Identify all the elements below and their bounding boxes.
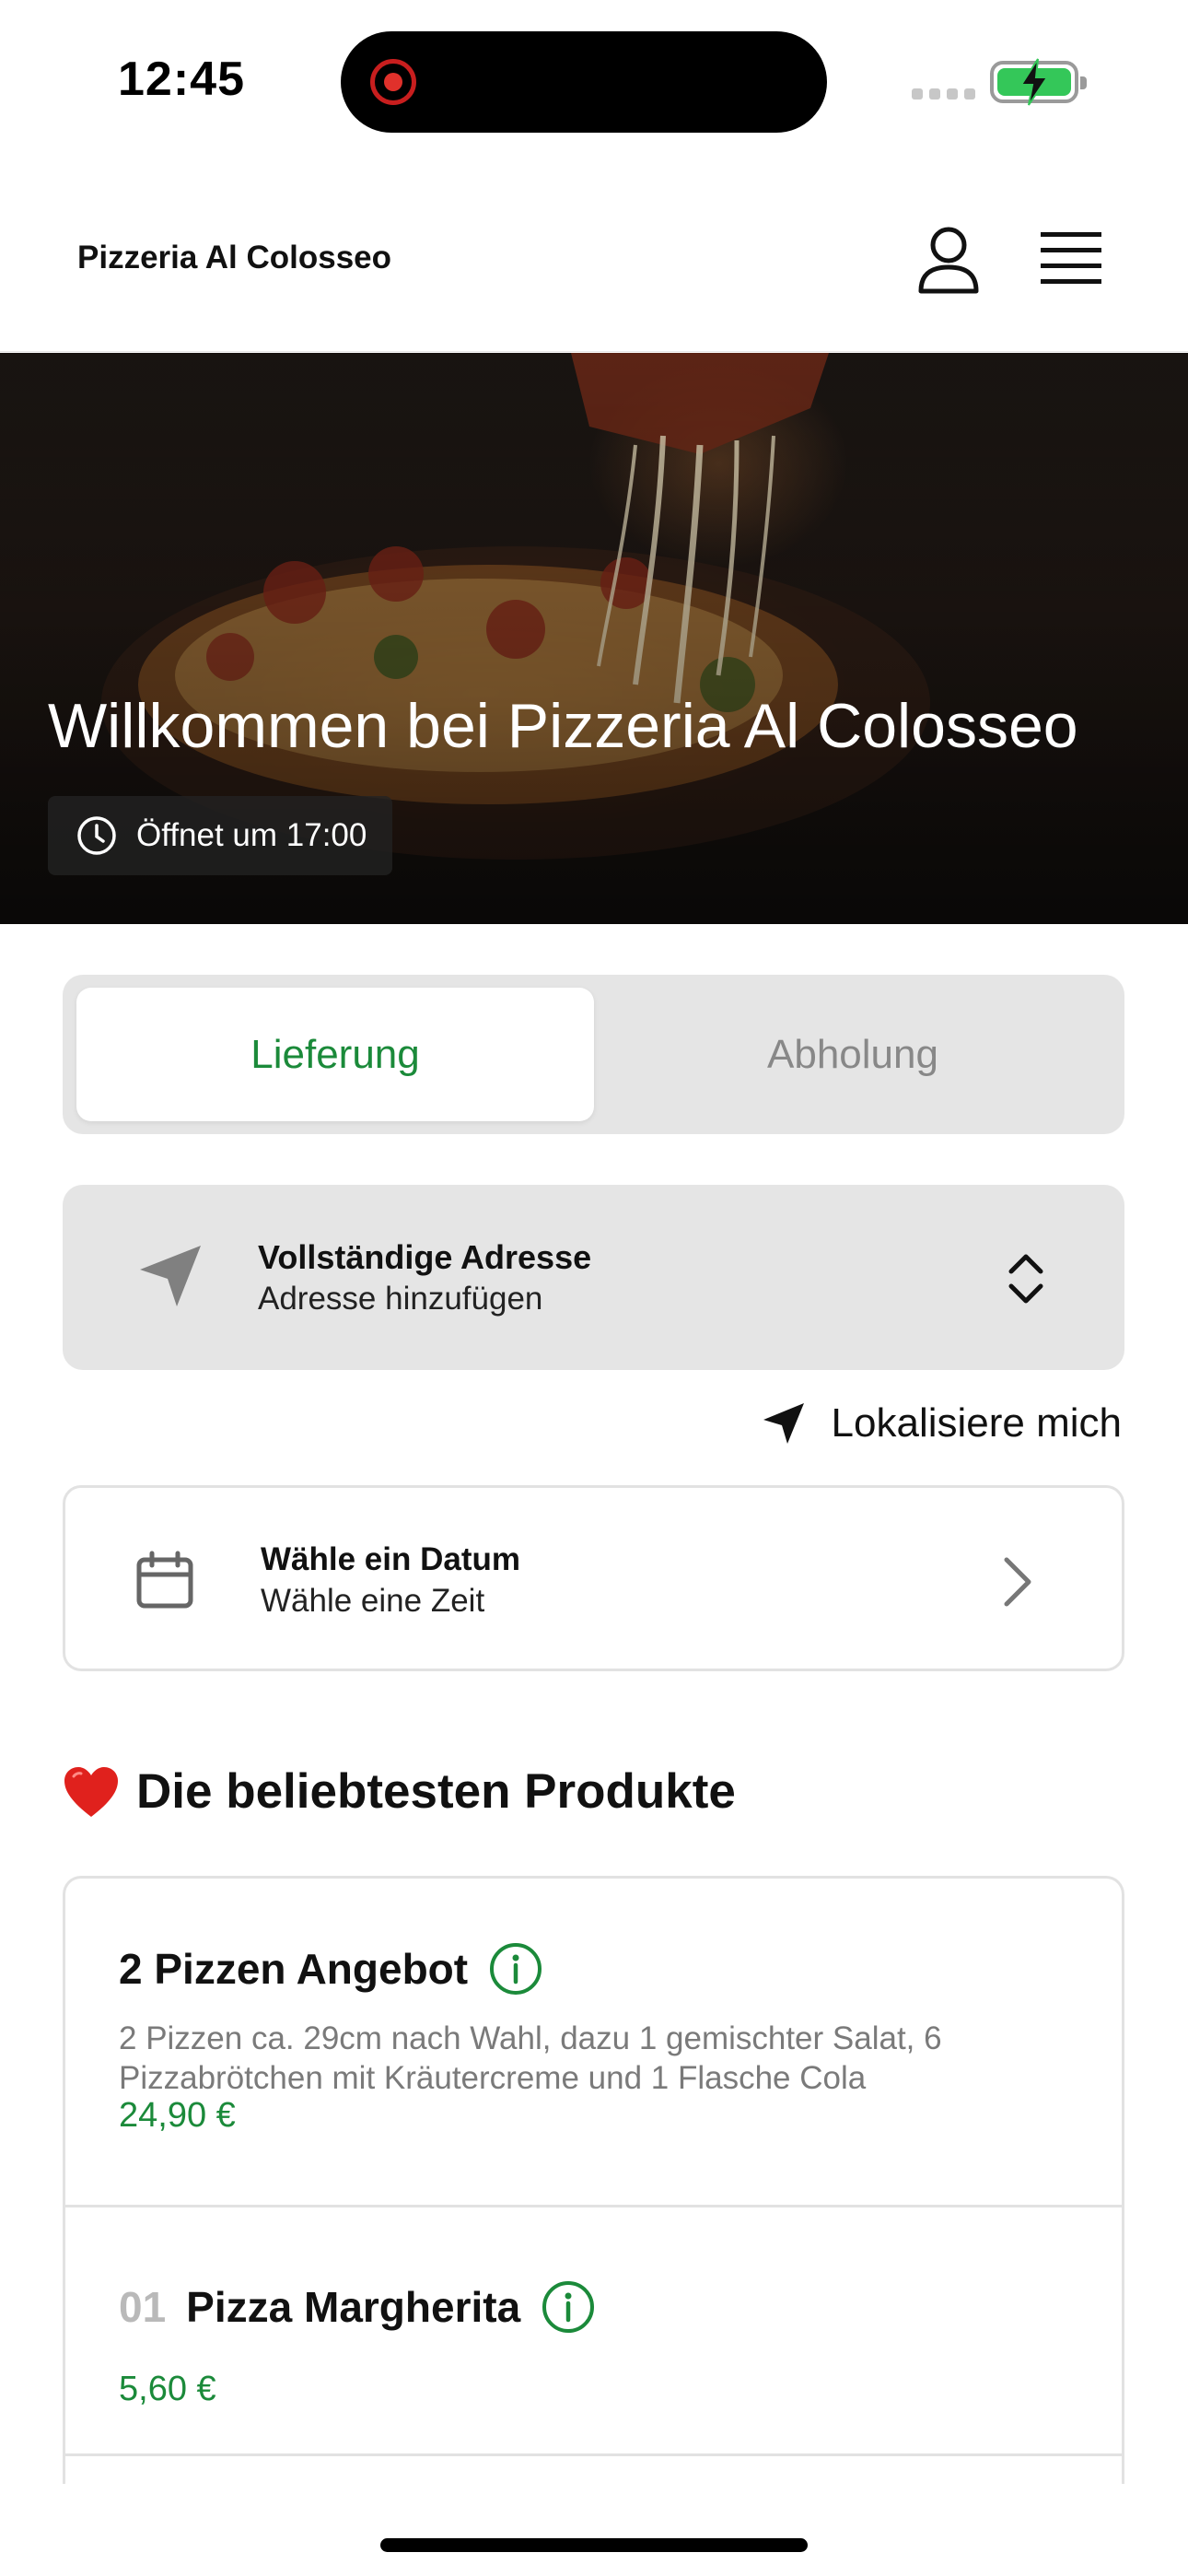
- user-account-button[interactable]: [916, 225, 981, 295]
- locate-me-label: Lokalisiere mich: [831, 1400, 1122, 1446]
- product-name: 2 Pizzen Angebot: [119, 1945, 469, 1993]
- recording-indicator-icon: [370, 59, 416, 105]
- info-icon[interactable]: [488, 1941, 543, 1996]
- product-price: 24,90 €: [119, 2096, 236, 2135]
- list-item[interactable]: 01 Pizza Margherita 5,60 €: [65, 2207, 1122, 2456]
- hamburger-menu-icon: [1041, 232, 1101, 284]
- charging-bolt-icon: [1019, 58, 1049, 106]
- address-placeholder: Adresse hinzufügen: [258, 1281, 543, 1317]
- tab-pickup[interactable]: Abholung: [594, 988, 1112, 1121]
- product-name: Pizza Margherita: [186, 2283, 521, 2331]
- dynamic-island: [341, 31, 827, 133]
- user-icon: [918, 227, 979, 294]
- hero-title: Willkommen bei Pizzeria Al Colosseo: [48, 691, 1078, 761]
- order-mode-toggle: Lieferung Abholung: [63, 975, 1124, 1134]
- date-time-selector[interactable]: Wähle ein Datum Wähle eine Zeit: [63, 1485, 1124, 1671]
- menu-button[interactable]: [1041, 230, 1101, 287]
- opening-hours-text: Öffnet um 17:00: [136, 817, 367, 853]
- chevron-right-icon: [1004, 1557, 1031, 1607]
- tab-delivery[interactable]: Lieferung: [76, 988, 594, 1121]
- navigation-arrow-icon: [140, 1246, 201, 1306]
- product-number: 01: [119, 2283, 167, 2331]
- opening-hours-badge: Öffnet um 17:00: [48, 796, 393, 875]
- info-icon[interactable]: [541, 2279, 596, 2335]
- locate-me-button[interactable]: Lokalisiere mich: [762, 1400, 1122, 1446]
- home-indicator[interactable]: [380, 2538, 808, 2552]
- heart-icon: [64, 1766, 118, 1817]
- date-title: Wähle ein Datum: [261, 1541, 520, 1577]
- time-subtitle: Wähle eine Zeit: [261, 1583, 485, 1619]
- status-time: 12:45: [118, 53, 245, 106]
- app-title: Pizzeria Al Colosseo: [77, 240, 392, 275]
- popular-products-heading: Die beliebtesten Produkte: [63, 1763, 736, 1820]
- product-list: 2 Pizzen Angebot 2 Pizzen ca. 29cm nach …: [63, 1876, 1124, 2484]
- status-bar: 12:45: [0, 0, 1188, 166]
- product-description: 2 Pizzen ca. 29cm nach Wahl, dazu 1 gemi…: [119, 2020, 942, 2096]
- cellular-signal-icon: [912, 88, 975, 100]
- chevron-up-down-icon: [1008, 1254, 1043, 1304]
- product-price: 5,60 €: [119, 2370, 216, 2408]
- popular-products-title: Die beliebtesten Produkte: [136, 1764, 736, 1819]
- hero-banner: Willkommen bei Pizzeria Al Colosseo Öffn…: [0, 353, 1188, 924]
- calendar-icon: [136, 1551, 193, 1609]
- battery-icon: [990, 58, 1087, 106]
- address-selector[interactable]: Vollständige Adresse Adresse hinzufügen: [63, 1185, 1124, 1370]
- location-arrow-icon: [763, 1403, 804, 1444]
- clock-icon: [77, 816, 116, 855]
- address-title: Vollständige Adresse: [258, 1238, 592, 1276]
- list-item[interactable]: 2 Pizzen Angebot 2 Pizzen ca. 29cm nach …: [65, 1879, 1122, 2207]
- app-header: Pizzeria Al Colosseo: [0, 166, 1188, 352]
- list-item[interactable]: [65, 2456, 1122, 2484]
